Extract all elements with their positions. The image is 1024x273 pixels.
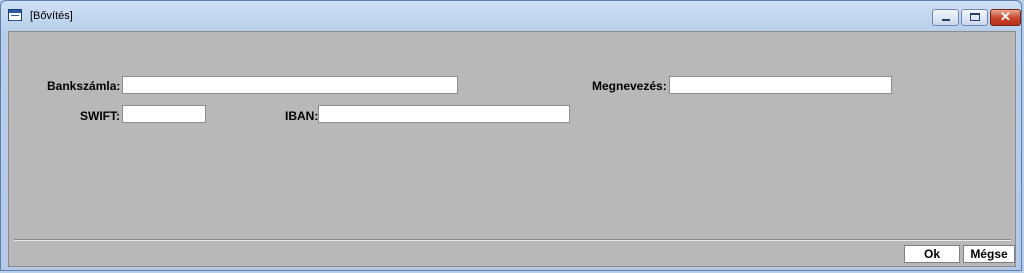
minimize-button[interactable] [932, 9, 959, 26]
bankszamla-input[interactable] [122, 76, 458, 94]
ok-button[interactable]: Ok [904, 245, 960, 263]
window-title: [Bővítés] [30, 10, 73, 22]
close-button[interactable]: ✕ [990, 9, 1021, 26]
footer-separator [14, 239, 1011, 241]
close-icon: ✕ [1000, 9, 1011, 24]
dialog-window: [Bővítés] ✕ Bankszámla: Megnevezés: SWIF… [0, 0, 1022, 271]
bankszamla-label: Bankszámla: [47, 79, 121, 93]
iban-input[interactable] [318, 105, 570, 123]
minimize-icon [942, 19, 950, 21]
swift-input[interactable] [122, 105, 206, 123]
megnevezes-label: Megnevezés: [592, 79, 667, 93]
title-bar[interactable]: [Bővítés] ✕ [1, 1, 1021, 31]
megnevezes-input[interactable] [669, 76, 892, 94]
form-panel: Bankszámla: Megnevezés: SWIFT: IBAN: Ok … [8, 31, 1016, 267]
maximize-icon [970, 13, 980, 21]
form-window-icon[interactable] [8, 9, 22, 21]
cancel-button[interactable]: Mégse [963, 245, 1015, 263]
iban-label: IBAN: [285, 109, 319, 123]
swift-label: SWIFT: [80, 109, 120, 123]
maximize-button[interactable] [961, 9, 988, 26]
